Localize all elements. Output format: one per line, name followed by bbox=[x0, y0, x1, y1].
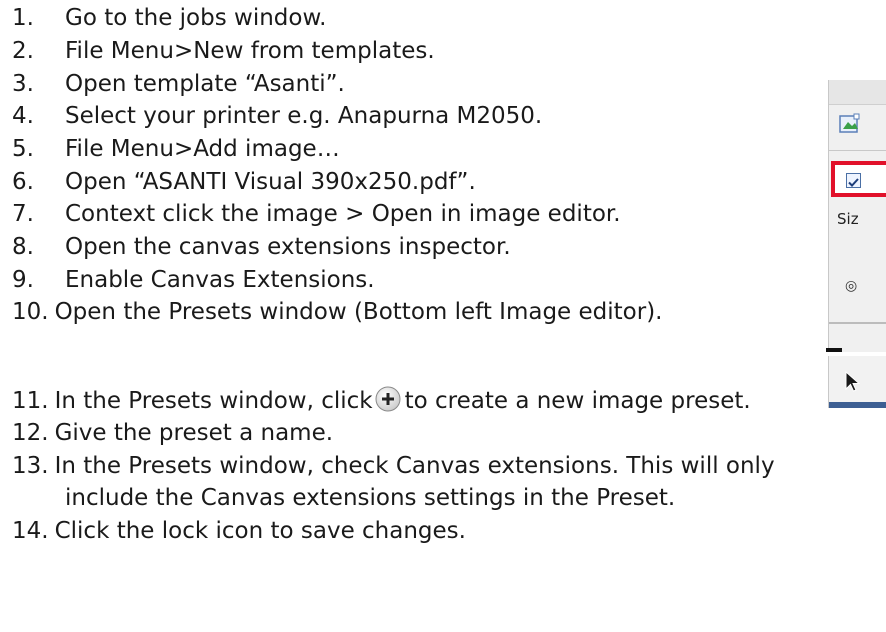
step-1: 1. Go to the jobs window. bbox=[12, 3, 326, 33]
size-label: Siz bbox=[837, 210, 859, 228]
step-number: 8. bbox=[12, 234, 34, 260]
step-number: 1. bbox=[12, 5, 34, 31]
step-text: Open the Presets window (Bottom left Ima… bbox=[54, 299, 663, 325]
step-number: 3. bbox=[12, 71, 34, 97]
step-8: 8. Open the canvas extensions inspector. bbox=[12, 232, 511, 262]
arrow-cursor-icon[interactable] bbox=[844, 371, 862, 393]
canvas-extensions-inspector-screenshot: Siz ◎ bbox=[828, 80, 886, 352]
step-number: 11. bbox=[12, 388, 49, 414]
step-number: 10. bbox=[12, 299, 49, 325]
canvas-extension-icon bbox=[839, 113, 860, 133]
step-number: 7. bbox=[12, 201, 34, 227]
step-number: 13. bbox=[12, 453, 49, 479]
step-7: 7. Context click the image > Open in imag… bbox=[12, 199, 621, 229]
enable-canvas-extensions-checkbox[interactable] bbox=[846, 173, 861, 188]
step-number: 6. bbox=[12, 169, 34, 195]
enable-checkbox-highlight bbox=[831, 161, 886, 197]
step-11: 11. In the Presets window, click to creat… bbox=[12, 386, 751, 416]
checkmark-icon bbox=[848, 178, 859, 187]
step-text: Open the canvas extensions inspector. bbox=[65, 234, 511, 260]
step-number: 5. bbox=[12, 136, 34, 162]
add-circle-icon bbox=[375, 386, 401, 412]
step-number: 12. bbox=[12, 420, 49, 446]
step-4: 4. Select your printer e.g. Anapurna M205… bbox=[12, 101, 542, 131]
step-text: In the Presets window, check Canvas exte… bbox=[54, 453, 775, 479]
step-5: 5. File Menu>Add image… bbox=[12, 134, 340, 164]
step-10: 10. Open the Presets window (Bottom left … bbox=[12, 297, 662, 327]
inspector-title-bar bbox=[829, 80, 886, 105]
step-13: 13. In the Presets window, check Canvas e… bbox=[12, 451, 775, 481]
step-text: Go to the jobs window. bbox=[65, 5, 327, 31]
step-text: Enable Canvas Extensions. bbox=[65, 267, 375, 293]
tool-palette-screenshot bbox=[828, 356, 886, 408]
step-number: 9. bbox=[12, 267, 34, 293]
step-13-continuation: include the Canvas extensions settings i… bbox=[65, 483, 675, 513]
step-text: Click the lock icon to save changes. bbox=[54, 518, 466, 544]
step-text-continuation: include the Canvas extensions settings i… bbox=[65, 485, 676, 511]
divider bbox=[829, 150, 886, 151]
step-3: 3. Open template “Asanti”. bbox=[12, 69, 345, 99]
step-text: Open template “Asanti”. bbox=[65, 71, 345, 97]
step-number: 2. bbox=[12, 38, 34, 64]
step-text: Select your printer e.g. Anapurna M2050. bbox=[65, 103, 543, 129]
step-text: File Menu>Add image… bbox=[65, 136, 340, 162]
step-text: File Menu>New from templates. bbox=[65, 38, 435, 64]
step-text: In the Presets window, click bbox=[54, 388, 373, 414]
selection-bar bbox=[829, 402, 886, 408]
step-14: 14. Click the lock icon to save changes. bbox=[12, 516, 466, 546]
step-number: 14. bbox=[12, 518, 49, 544]
divider bbox=[829, 322, 886, 324]
step-text-after: to create a new image preset. bbox=[404, 388, 751, 414]
radio-button-icon[interactable]: ◎ bbox=[845, 278, 857, 294]
step-text: Give the preset a name. bbox=[54, 420, 334, 446]
crop-edge-mark bbox=[826, 348, 842, 352]
step-text: Open “ASANTI Visual 390x250.pdf”. bbox=[65, 169, 476, 195]
step-12: 12. Give the preset a name. bbox=[12, 418, 333, 448]
step-number: 4. bbox=[12, 103, 34, 129]
step-2: 2. File Menu>New from templates. bbox=[12, 36, 435, 66]
step-9: 9. Enable Canvas Extensions. bbox=[12, 265, 375, 295]
step-text: Context click the image > Open in image … bbox=[65, 201, 621, 227]
step-6: 6. Open “ASANTI Visual 390x250.pdf”. bbox=[12, 167, 476, 197]
